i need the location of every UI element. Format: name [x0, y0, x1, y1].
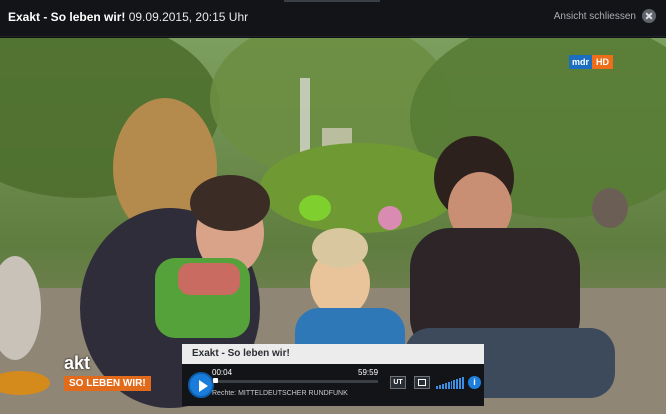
- channel-logo: mdr HD: [569, 55, 614, 69]
- program-datetime: 09.09.2015, 20:15 Uhr: [125, 10, 249, 24]
- player-control-bar: 00:04 59:59 Rechte: MITTELDEUTSCHER RUND…: [182, 364, 484, 406]
- subtitles-button[interactable]: UT: [390, 376, 406, 389]
- info-icon[interactable]: i: [468, 376, 481, 389]
- close-view-button[interactable]: Ansicht schliessen: [554, 9, 656, 23]
- rights-text: Rechte: MITTELDEUTSCHER RUNDFUNK: [212, 390, 348, 397]
- fullscreen-icon[interactable]: [414, 376, 430, 389]
- play-button[interactable]: [188, 372, 214, 398]
- header-bar: Exakt - So leben wir! 09.09.2015, 20:15 …: [0, 0, 666, 37]
- volume-icon[interactable]: [436, 377, 465, 389]
- progress-bar[interactable]: [212, 378, 378, 383]
- header-divider: [284, 0, 380, 2]
- total-time: 59:59: [358, 368, 379, 377]
- progress-thumb[interactable]: [212, 378, 218, 383]
- close-view-label: Ansicht schliessen: [553, 10, 636, 22]
- page-title: Exakt - So leben wir! 09.09.2015, 20:15 …: [8, 10, 248, 24]
- program-brand-overlay: akt SO LEBEN WIR!: [64, 353, 151, 391]
- close-icon[interactable]: [642, 9, 656, 23]
- channel-logo-mdr: mdr: [569, 55, 593, 69]
- channel-logo-hd: HD: [592, 55, 614, 69]
- program-brand-akt: akt: [64, 353, 91, 373]
- player-title: Exakt - So leben wir!: [182, 344, 484, 364]
- program-title: Exakt - So leben wir!: [8, 10, 126, 24]
- current-time: 00:04: [212, 368, 233, 377]
- video-player-controls: Exakt - So leben wir! 00:04 59:59 Rechte…: [182, 344, 484, 406]
- program-brand-subtitle: SO LEBEN WIR!: [64, 376, 151, 391]
